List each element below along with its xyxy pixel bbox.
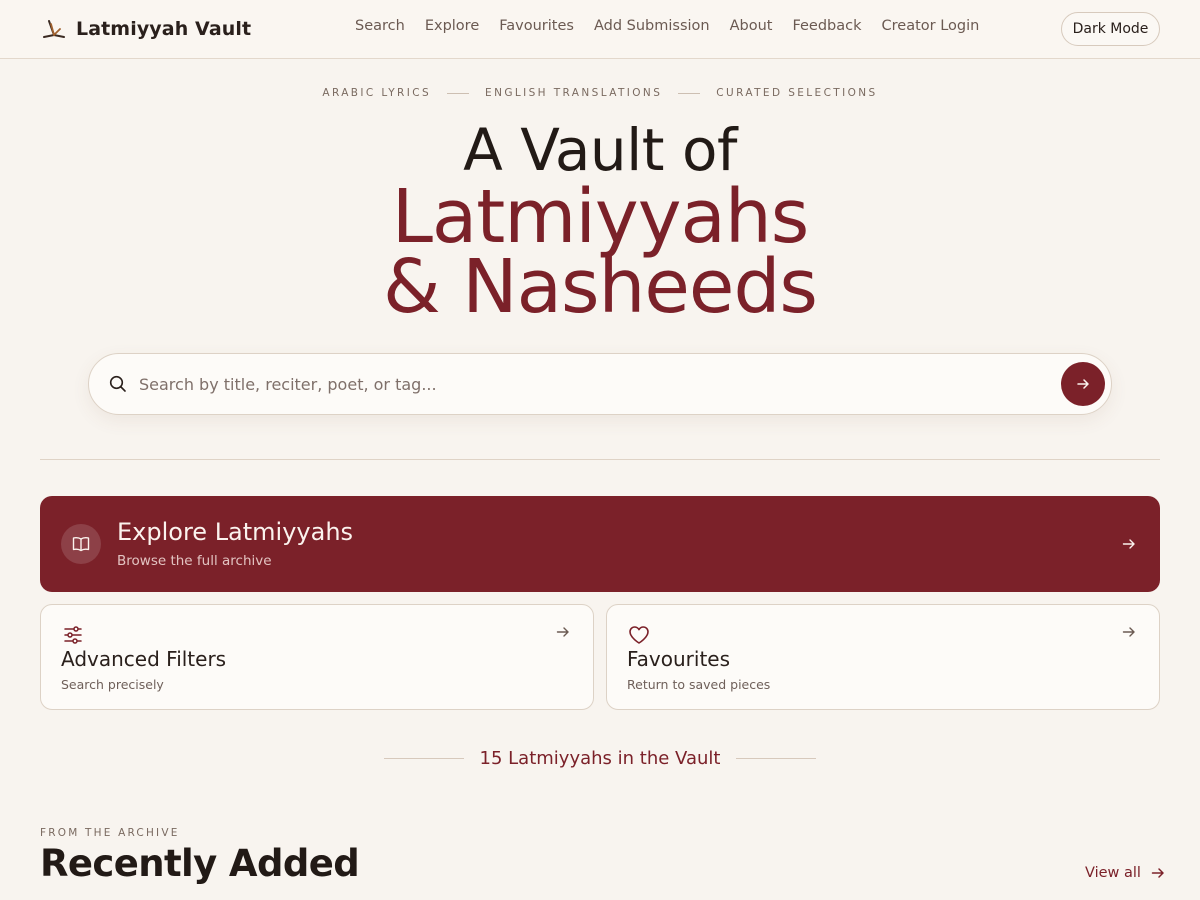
search-bar: [88, 353, 1112, 415]
hero-title: A Vault of Latmiyyahs & Nasheeds: [0, 116, 1200, 330]
dark-mode-button[interactable]: Dark Mode: [1061, 12, 1160, 46]
explore-subtitle: Browse the full archive: [117, 553, 272, 569]
search-input[interactable]: [139, 366, 1039, 402]
favourites-card[interactable]: Favourites Return to saved pieces: [606, 604, 1160, 710]
nav-explore[interactable]: Explore: [425, 18, 479, 34]
section-divider: [40, 459, 1160, 460]
nav-add-submission[interactable]: Add Submission: [594, 18, 710, 34]
hero-eyebrow: Arabic Lyrics English Translations Curat…: [0, 87, 1200, 99]
explore-latmiyyahs-card[interactable]: Explore Latmiyyahs Browse the full archi…: [40, 496, 1160, 592]
arrow-right-icon: [1121, 624, 1137, 640]
nav-creator-login[interactable]: Creator Login: [882, 18, 980, 34]
hero-title-line3: & Nasheeds: [383, 244, 818, 330]
hero-title-line2: Latmiyyahs: [391, 174, 810, 260]
vault-count-text: 15 Latmiyyahs in the Vault: [479, 748, 721, 769]
hero-title-line1: A Vault of: [463, 116, 737, 184]
brand-name: Latmiyyah Vault: [76, 18, 252, 40]
eyebrow-arabic-lyrics: Arabic Lyrics: [322, 87, 432, 99]
main-nav: Search Explore Favourites Add Submission…: [355, 18, 979, 34]
search-submit-button[interactable]: [1061, 362, 1105, 406]
nav-feedback[interactable]: Feedback: [792, 18, 861, 34]
open-book-icon: [61, 524, 101, 564]
recently-added-title: Recently Added: [40, 842, 360, 885]
eyebrow-divider: [447, 92, 470, 94]
sliders-icon: [61, 623, 85, 647]
arrow-right-icon: [1121, 536, 1137, 552]
arrow-right-icon: [1077, 379, 1089, 389]
eyebrow-english-translations: English Translations: [485, 87, 663, 99]
eyebrow-curated-selections: Curated Selections: [716, 87, 878, 99]
view-all-label: View all: [1085, 865, 1141, 881]
count-divider: [383, 758, 464, 759]
card-subtitle: Search precisely: [61, 677, 164, 692]
arrow-right-icon: [555, 624, 571, 640]
nav-search[interactable]: Search: [355, 18, 405, 34]
search-icon: [109, 375, 127, 393]
card-title: Advanced Filters: [61, 647, 227, 671]
brand-link[interactable]: Latmiyyah Vault: [40, 14, 251, 44]
card-subtitle: Return to saved pieces: [627, 677, 771, 692]
explore-title: Explore Latmiyyahs: [117, 518, 354, 546]
card-title: Favourites: [627, 647, 731, 671]
vault-count: 15 Latmiyyahs in the Vault: [0, 748, 1200, 769]
arrow-right-icon: [1151, 868, 1164, 878]
book-stand-icon: [40, 15, 68, 43]
view-all-link[interactable]: View all: [1085, 865, 1166, 881]
advanced-filters-card[interactable]: Advanced Filters Search precisely: [40, 604, 594, 710]
nav-about[interactable]: About: [730, 18, 773, 34]
count-divider: [736, 758, 817, 759]
heart-icon: [627, 623, 651, 647]
eyebrow-divider: [678, 92, 701, 94]
site-header: Latmiyyah Vault Search Explore Favourite…: [0, 0, 1200, 59]
nav-favourites[interactable]: Favourites: [499, 18, 574, 34]
archive-eyebrow: FROM THE ARCHIVE: [40, 827, 180, 839]
